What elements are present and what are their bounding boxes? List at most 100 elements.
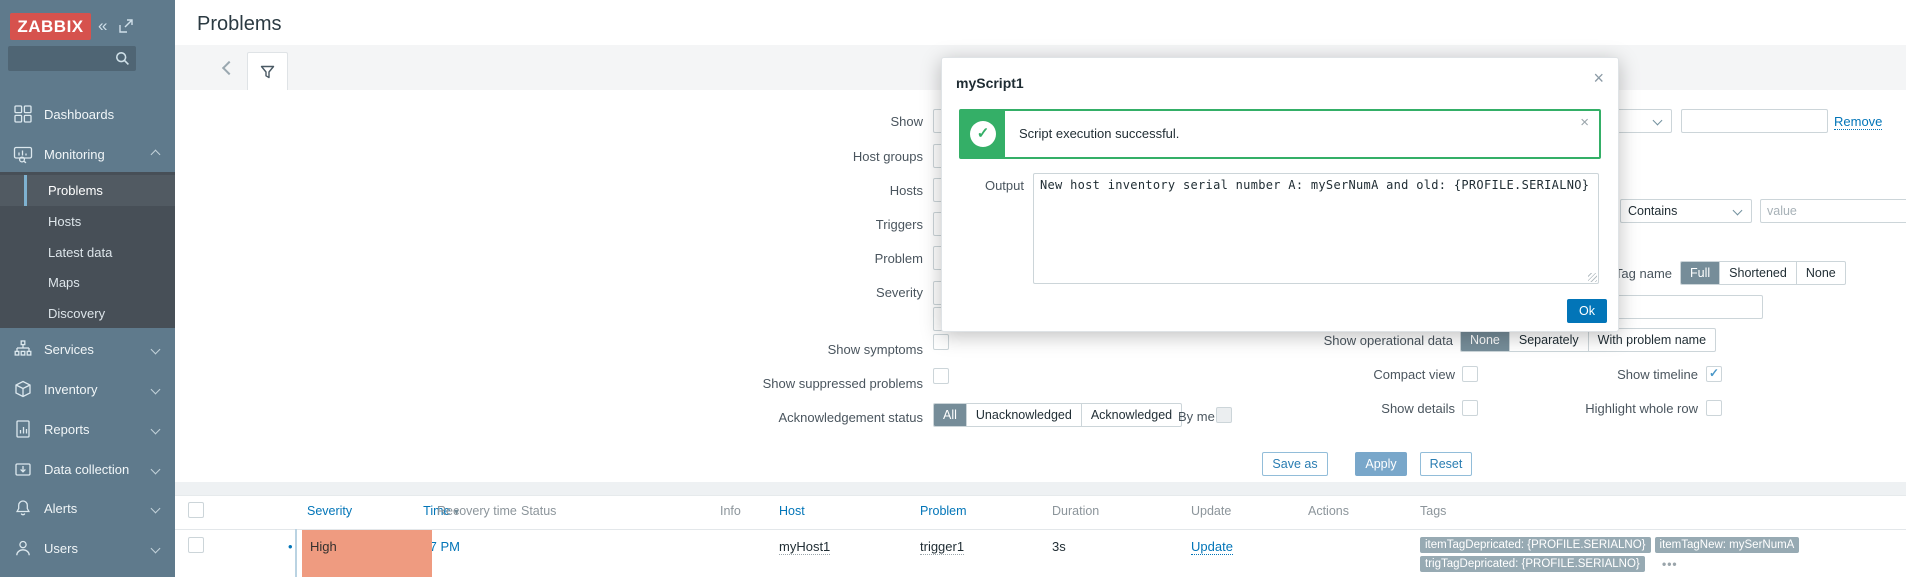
expand-sidebar-icon[interactable]: [119, 19, 133, 33]
col-info: Info: [720, 504, 741, 518]
show-timeline-checkbox[interactable]: ✓: [1706, 366, 1722, 382]
tag-operator-select-2[interactable]: Contains: [1620, 199, 1752, 223]
highlight-whole-row-checkbox[interactable]: [1706, 400, 1722, 416]
textarea-resize-handle[interactable]: [1588, 273, 1597, 282]
search-input[interactable]: [12, 48, 112, 70]
select-all-checkbox[interactable]: [188, 502, 204, 518]
panel-table-divider: [175, 482, 1906, 495]
show-suppressed-checkbox[interactable]: [933, 368, 949, 384]
sidebar-item-alerts[interactable]: Alerts: [0, 492, 175, 524]
sidebar-item-users[interactable]: Users: [0, 532, 175, 564]
output-textarea[interactable]: New host inventory serial number A: mySe…: [1033, 173, 1599, 284]
operational-separately[interactable]: Separately: [1509, 329, 1588, 351]
by-me-checkbox[interactable]: [1216, 407, 1232, 423]
sidebar-item-services[interactable]: Services: [0, 333, 175, 365]
by-me-label: By me: [1178, 409, 1215, 424]
tag-name-shortened[interactable]: Shortened: [1719, 262, 1796, 284]
operational-with-problem-name[interactable]: With problem name: [1588, 329, 1715, 351]
filter-label-show-suppressed: Show suppressed problems: [763, 376, 923, 391]
filter-funnel-icon: [260, 65, 275, 79]
sidebar-subitem-maps[interactable]: Maps: [0, 267, 175, 298]
filter-label-hosts: Hosts: [890, 183, 923, 198]
update-link[interactable]: Update: [1191, 539, 1233, 555]
compact-view-checkbox[interactable]: [1462, 366, 1478, 382]
col-update: Update: [1191, 504, 1231, 518]
sidebar-item-inventory[interactable]: Inventory: [0, 373, 175, 405]
sidebar-subitem-problems[interactable]: Problems: [0, 175, 175, 206]
show-details-checkbox[interactable]: [1462, 400, 1478, 416]
filter-label-ack-status: Acknowledgement status: [778, 410, 923, 425]
filter-tab[interactable]: [247, 52, 288, 91]
save-as-button[interactable]: Save as: [1262, 452, 1328, 476]
chevron-down-icon: [151, 504, 161, 514]
chevron-down-icon: [151, 465, 161, 475]
sidebar-item-label: Services: [44, 342, 94, 357]
ack-option-all[interactable]: All: [934, 404, 966, 426]
tag-chip[interactable]: trigTagDepricated: {PROFILE.SERIALNO}: [1420, 556, 1645, 572]
row-checkbox[interactable]: [188, 537, 204, 553]
ack-option-acknowledged[interactable]: Acknowledged: [1081, 404, 1181, 426]
tag-value-input[interactable]: [1681, 109, 1828, 133]
problem-link[interactable]: trigger1: [920, 539, 964, 555]
apply-button[interactable]: Apply: [1355, 452, 1407, 476]
filter-label-show-symptoms: Show symptoms: [828, 342, 923, 357]
operational-none[interactable]: None: [1461, 329, 1509, 351]
sidebar-item-dashboards[interactable]: Dashboards: [0, 98, 175, 130]
tag-chip[interactable]: itemTagNew: mySerNumA: [1655, 537, 1800, 553]
sidebar-item-monitoring[interactable]: Monitoring: [0, 138, 175, 170]
chevron-up-icon: [151, 150, 161, 160]
tag-name-none[interactable]: None: [1796, 262, 1845, 284]
tag-name-segmented: Full Shortened None: [1680, 261, 1846, 285]
tag-chips-row1: itemTagDepricated: {PROFILE.SERIALNO}ite…: [1420, 536, 1803, 553]
show-timeline-label: Show timeline: [1617, 367, 1698, 382]
sidebar-item-label: Inventory: [44, 382, 97, 397]
tag-value-input-2[interactable]: [1760, 199, 1906, 223]
tag-chip[interactable]: itemTagDepricated: {PROFILE.SERIALNO}: [1420, 537, 1651, 553]
col-host[interactable]: Host: [779, 504, 805, 518]
more-tags-button[interactable]: •••: [1662, 557, 1678, 571]
subitem-label: Latest data: [48, 245, 112, 260]
duration-value: 3s: [1052, 539, 1066, 554]
filter-label-host-groups: Host groups: [853, 149, 923, 164]
chevron-down-icon: [1733, 206, 1743, 216]
tag-name-label: Tag name: [1615, 266, 1672, 281]
col-actions: Actions: [1308, 504, 1349, 518]
host-link[interactable]: myHost1: [779, 539, 830, 555]
chevron-down-icon: [151, 345, 161, 355]
chevron-down-icon: [1653, 116, 1663, 126]
col-duration: Duration: [1052, 504, 1099, 518]
ok-button[interactable]: Ok: [1567, 299, 1607, 323]
page-title: Problems: [197, 13, 281, 36]
reset-button[interactable]: Reset: [1420, 452, 1472, 476]
compact-view-label: Compact view: [1373, 367, 1455, 382]
tag-name-full[interactable]: Full: [1681, 262, 1719, 284]
sidebar-item-label: Data collection: [44, 462, 129, 477]
tag-remove-link[interactable]: Remove: [1834, 114, 1882, 130]
zabbix-logo[interactable]: ZABBIX: [10, 13, 91, 40]
sidebar-item-label: Alerts: [44, 501, 77, 516]
filter-label-show: Show: [890, 114, 923, 129]
sidebar-subitem-hosts[interactable]: Hosts: [0, 206, 175, 237]
monitoring-submenu: Problems Hosts Latest data Maps Discover…: [0, 172, 175, 328]
collapse-sidebar-icon[interactable]: «: [98, 15, 107, 37]
subitem-label: Discovery: [48, 306, 105, 321]
sidebar-subitem-discovery[interactable]: Discovery: [0, 298, 175, 329]
tag-operator-value: Contains: [1628, 204, 1677, 218]
services-icon: [13, 339, 33, 359]
sidebar-item-label: Reports: [44, 422, 90, 437]
header-separator: [175, 529, 1906, 530]
search-icon: [115, 51, 130, 66]
timeline-line: [295, 529, 297, 577]
sidebar-subitem-latest-data[interactable]: Latest data: [0, 237, 175, 268]
ack-option-unacknowledged[interactable]: Unacknowledged: [966, 404, 1081, 426]
show-symptoms-checkbox[interactable]: [933, 334, 949, 350]
modal-close-icon[interactable]: ×: [1593, 68, 1604, 89]
show-details-label: Show details: [1381, 401, 1455, 416]
banner-close-icon[interactable]: ×: [1580, 114, 1589, 131]
col-problem[interactable]: Problem: [920, 504, 967, 518]
col-severity[interactable]: Severity: [307, 504, 352, 518]
sidebar-item-data-collection[interactable]: Data collection: [0, 453, 175, 485]
col-recovery-time: Recovery time: [437, 504, 517, 518]
sidebar-item-reports[interactable]: Reports: [0, 413, 175, 445]
col-status: Status: [521, 504, 556, 518]
